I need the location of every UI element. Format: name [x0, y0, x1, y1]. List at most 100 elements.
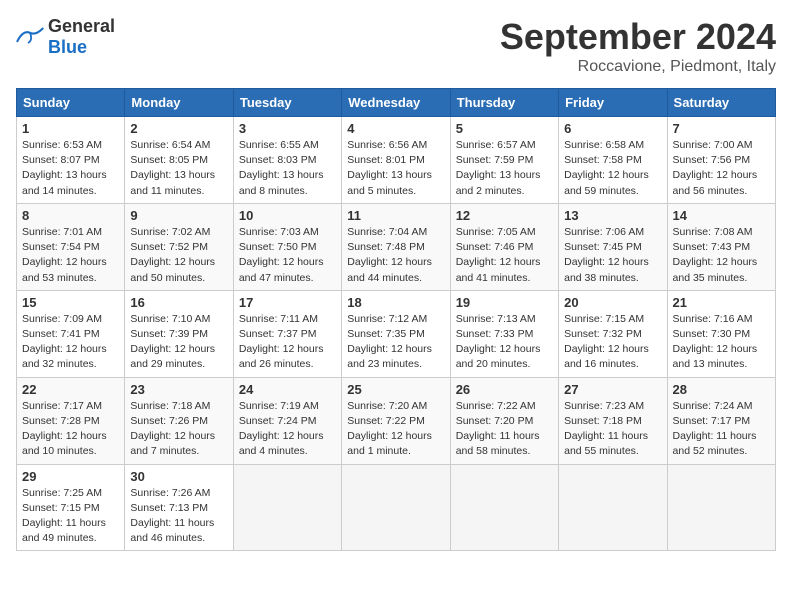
sunrise-label: Sunrise: 6:53 AM [22, 139, 102, 151]
daylight-label: Daylight: 13 hours and 11 minutes. [130, 169, 215, 196]
calendar-day-cell: 3 Sunrise: 6:55 AM Sunset: 8:03 PM Dayli… [233, 117, 341, 204]
sunrise-label: Sunrise: 7:01 AM [22, 226, 102, 238]
day-number: 30 [130, 469, 227, 484]
sunrise-label: Sunrise: 7:04 AM [347, 226, 427, 238]
day-number: 29 [22, 469, 119, 484]
sunset-label: Sunset: 7:24 PM [239, 415, 317, 427]
sunrise-label: Sunrise: 7:06 AM [564, 226, 644, 238]
sunset-label: Sunset: 7:59 PM [456, 154, 534, 166]
daylight-label: Daylight: 12 hours and 4 minutes. [239, 430, 324, 457]
calendar-day-header: Sunday [17, 89, 125, 117]
sunrise-label: Sunrise: 7:16 AM [673, 313, 753, 325]
calendar-day-cell: 22 Sunrise: 7:17 AM Sunset: 7:28 PM Dayl… [17, 377, 125, 464]
day-info: Sunrise: 7:26 AM Sunset: 7:13 PM Dayligh… [130, 486, 227, 547]
day-number: 28 [673, 382, 770, 397]
sunrise-label: Sunrise: 7:08 AM [673, 226, 753, 238]
calendar-day-header: Friday [559, 89, 667, 117]
calendar-day-cell: 7 Sunrise: 7:00 AM Sunset: 7:56 PM Dayli… [667, 117, 775, 204]
daylight-label: Daylight: 12 hours and 47 minutes. [239, 256, 324, 283]
day-info: Sunrise: 7:01 AM Sunset: 7:54 PM Dayligh… [22, 225, 119, 286]
day-number: 22 [22, 382, 119, 397]
day-info: Sunrise: 7:03 AM Sunset: 7:50 PM Dayligh… [239, 225, 336, 286]
month-title: September 2024 [500, 16, 776, 58]
sunrise-label: Sunrise: 7:00 AM [673, 139, 753, 151]
day-info: Sunrise: 6:58 AM Sunset: 7:58 PM Dayligh… [564, 138, 661, 199]
calendar-day-cell: 19 Sunrise: 7:13 AM Sunset: 7:33 PM Dayl… [450, 290, 558, 377]
day-info: Sunrise: 7:06 AM Sunset: 7:45 PM Dayligh… [564, 225, 661, 286]
daylight-label: Daylight: 12 hours and 23 minutes. [347, 343, 432, 370]
sunrise-label: Sunrise: 6:54 AM [130, 139, 210, 151]
calendar-week-row: 15 Sunrise: 7:09 AM Sunset: 7:41 PM Dayl… [17, 290, 776, 377]
day-number: 9 [130, 208, 227, 223]
sunrise-label: Sunrise: 7:05 AM [456, 226, 536, 238]
sunset-label: Sunset: 7:45 PM [564, 241, 642, 253]
day-number: 10 [239, 208, 336, 223]
day-number: 27 [564, 382, 661, 397]
daylight-label: Daylight: 11 hours and 49 minutes. [22, 517, 106, 544]
sunrise-label: Sunrise: 7:23 AM [564, 400, 644, 412]
daylight-label: Daylight: 12 hours and 56 minutes. [673, 169, 758, 196]
calendar-day-cell [342, 464, 450, 551]
day-info: Sunrise: 7:13 AM Sunset: 7:33 PM Dayligh… [456, 312, 553, 373]
sunset-label: Sunset: 8:05 PM [130, 154, 208, 166]
daylight-label: Daylight: 12 hours and 13 minutes. [673, 343, 758, 370]
sunset-label: Sunset: 7:56 PM [673, 154, 751, 166]
sunset-label: Sunset: 7:52 PM [130, 241, 208, 253]
day-info: Sunrise: 7:23 AM Sunset: 7:18 PM Dayligh… [564, 399, 661, 460]
sunset-label: Sunset: 7:41 PM [22, 328, 100, 340]
sunrise-label: Sunrise: 7:17 AM [22, 400, 102, 412]
sunset-label: Sunset: 7:46 PM [456, 241, 534, 253]
calendar-day-cell: 30 Sunrise: 7:26 AM Sunset: 7:13 PM Dayl… [125, 464, 233, 551]
sunset-label: Sunset: 7:35 PM [347, 328, 425, 340]
day-number: 17 [239, 295, 336, 310]
calendar-day-cell: 11 Sunrise: 7:04 AM Sunset: 7:48 PM Dayl… [342, 203, 450, 290]
calendar-day-cell [559, 464, 667, 551]
day-number: 15 [22, 295, 119, 310]
day-info: Sunrise: 7:12 AM Sunset: 7:35 PM Dayligh… [347, 312, 444, 373]
calendar-day-header: Monday [125, 89, 233, 117]
sunset-label: Sunset: 7:15 PM [22, 502, 100, 514]
sunset-label: Sunset: 7:54 PM [22, 241, 100, 253]
day-info: Sunrise: 7:15 AM Sunset: 7:32 PM Dayligh… [564, 312, 661, 373]
calendar-day-cell: 13 Sunrise: 7:06 AM Sunset: 7:45 PM Dayl… [559, 203, 667, 290]
location: Roccavione, Piedmont, Italy [500, 58, 776, 76]
calendar-day-cell: 10 Sunrise: 7:03 AM Sunset: 7:50 PM Dayl… [233, 203, 341, 290]
day-number: 18 [347, 295, 444, 310]
logo-text-blue: Blue [48, 37, 87, 57]
daylight-label: Daylight: 11 hours and 46 minutes. [130, 517, 214, 544]
daylight-label: Daylight: 12 hours and 29 minutes. [130, 343, 215, 370]
daylight-label: Daylight: 12 hours and 7 minutes. [130, 430, 215, 457]
day-info: Sunrise: 7:17 AM Sunset: 7:28 PM Dayligh… [22, 399, 119, 460]
daylight-label: Daylight: 13 hours and 14 minutes. [22, 169, 107, 196]
sunrise-label: Sunrise: 7:11 AM [239, 313, 318, 325]
daylight-label: Daylight: 12 hours and 59 minutes. [564, 169, 649, 196]
sunset-label: Sunset: 7:58 PM [564, 154, 642, 166]
calendar-header-row: SundayMondayTuesdayWednesdayThursdayFrid… [17, 89, 776, 117]
calendar-day-cell: 20 Sunrise: 7:15 AM Sunset: 7:32 PM Dayl… [559, 290, 667, 377]
calendar-day-header: Wednesday [342, 89, 450, 117]
sunset-label: Sunset: 7:26 PM [130, 415, 208, 427]
sunset-label: Sunset: 7:32 PM [564, 328, 642, 340]
sunset-label: Sunset: 7:30 PM [673, 328, 751, 340]
calendar-day-header: Saturday [667, 89, 775, 117]
daylight-label: Daylight: 12 hours and 41 minutes. [456, 256, 541, 283]
sunrise-label: Sunrise: 7:24 AM [673, 400, 753, 412]
calendar-day-cell: 23 Sunrise: 7:18 AM Sunset: 7:26 PM Dayl… [125, 377, 233, 464]
daylight-label: Daylight: 13 hours and 8 minutes. [239, 169, 324, 196]
sunrise-label: Sunrise: 7:25 AM [22, 487, 102, 499]
daylight-label: Daylight: 12 hours and 50 minutes. [130, 256, 215, 283]
day-number: 1 [22, 121, 119, 136]
calendar-week-row: 8 Sunrise: 7:01 AM Sunset: 7:54 PM Dayli… [17, 203, 776, 290]
sunset-label: Sunset: 7:13 PM [130, 502, 208, 514]
daylight-label: Daylight: 11 hours and 52 minutes. [673, 430, 757, 457]
sunrise-label: Sunrise: 6:55 AM [239, 139, 319, 151]
day-number: 24 [239, 382, 336, 397]
day-info: Sunrise: 7:16 AM Sunset: 7:30 PM Dayligh… [673, 312, 770, 373]
daylight-label: Daylight: 12 hours and 38 minutes. [564, 256, 649, 283]
calendar-day-cell: 8 Sunrise: 7:01 AM Sunset: 7:54 PM Dayli… [17, 203, 125, 290]
logo-text-general: General [48, 16, 115, 36]
calendar-day-cell: 21 Sunrise: 7:16 AM Sunset: 7:30 PM Dayl… [667, 290, 775, 377]
day-info: Sunrise: 7:24 AM Sunset: 7:17 PM Dayligh… [673, 399, 770, 460]
daylight-label: Daylight: 12 hours and 44 minutes. [347, 256, 432, 283]
sunset-label: Sunset: 7:48 PM [347, 241, 425, 253]
